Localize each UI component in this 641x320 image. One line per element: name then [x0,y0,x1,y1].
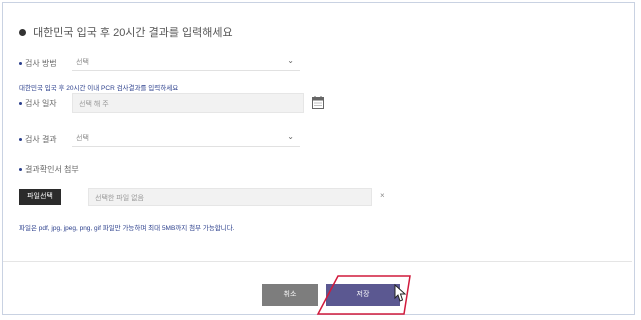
file-name-placeholder: 선택한 파일 없음 [95,195,144,202]
bullet-icon [19,62,22,66]
test-result-value: 선택 [76,135,89,142]
pcr-note: 대한민국 입국 후 20시간 이내 PCR 검사결과를 입력하세요 [19,85,179,92]
divider [3,261,632,262]
file-select-button[interactable]: 파일선택 [19,189,61,205]
chevron-down-icon: ⌄ [287,132,294,141]
calendar-icon[interactable] [312,96,324,109]
test-result-select[interactable]: 선택 ⌄ [72,129,300,147]
test-method-label-text: 검사 방법 [25,59,57,68]
form-panel [2,2,635,315]
title-bullet-icon [19,28,26,36]
chevron-down-icon: ⌄ [287,56,294,65]
test-date-label: 검사 일자 [19,98,57,109]
test-date-value: 선택 해 주 [79,101,109,108]
bullet-icon [19,168,22,172]
test-method-label: 검사 방법 [19,58,57,69]
save-button[interactable]: 저장 [326,284,400,306]
cancel-button[interactable]: 취소 [262,284,318,306]
file-format-note: 파일은 pdf, jpg, jpeg, png, gif 파일만 가능하며 최대… [19,225,235,232]
file-name-field: 선택한 파일 없음 [88,188,372,206]
upload-label: 결과확인서 첨부 [19,164,79,175]
close-icon[interactable]: × [380,191,385,200]
test-result-label-text: 검사 결과 [25,135,57,144]
form-title-text: 대한민국 입국 후 20시간 결과를 입력해세요 [33,27,233,39]
bullet-icon [19,102,22,106]
form-title: 대한민국 입국 후 20시간 결과를 입력해세요 [19,24,233,40]
test-method-select[interactable]: 선택 ⌄ [72,53,300,71]
test-result-label: 검사 결과 [19,134,57,145]
test-date-label-text: 검사 일자 [25,99,57,108]
bullet-icon [19,138,22,142]
test-method-value: 선택 [76,59,89,66]
test-date-input[interactable]: 선택 해 주 [72,93,304,113]
upload-label-text: 결과확인서 첨부 [25,165,79,174]
